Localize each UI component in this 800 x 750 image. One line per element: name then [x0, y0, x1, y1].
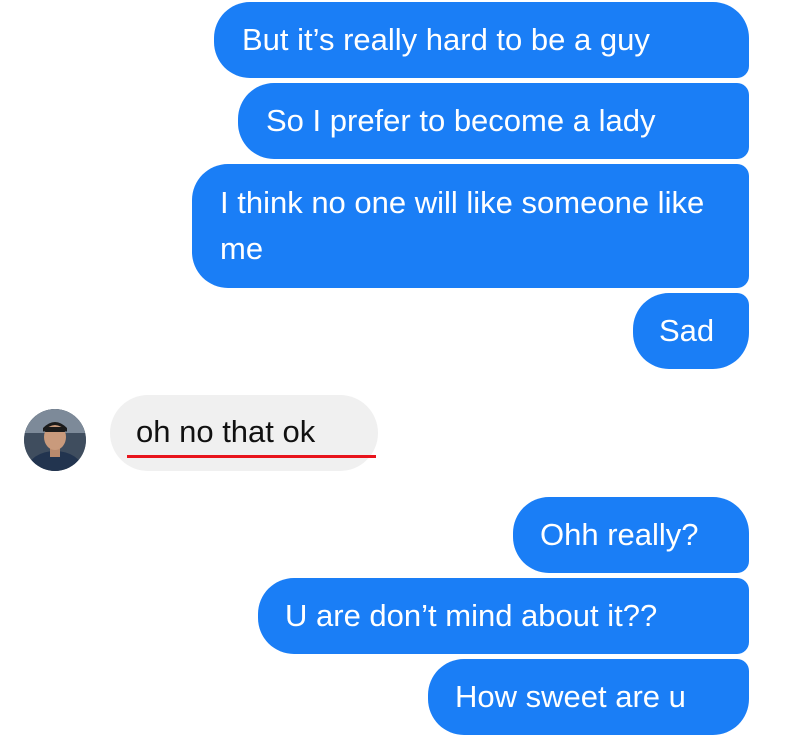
message-text: How sweet are u: [455, 679, 686, 714]
message-text: But it’s really hard to be a guy: [242, 22, 650, 57]
message-text: I think no one will like someone like me: [220, 185, 705, 266]
contact-avatar[interactable]: [24, 409, 86, 471]
sent-message-bubble[interactable]: U are don’t mind about it??: [258, 578, 749, 654]
avatar-photo-icon: [24, 409, 86, 471]
sent-message-bubble[interactable]: I think no one will like someone like me: [192, 164, 749, 288]
sent-message-bubble[interactable]: So I prefer to become a lady: [238, 83, 749, 159]
sent-message-bubble[interactable]: Sad: [633, 293, 749, 369]
sent-message-bubble[interactable]: Ohh really?: [513, 497, 749, 573]
message-text: Sad: [659, 313, 715, 348]
message-text: oh no that ok: [136, 414, 316, 449]
message-text: Ohh really?: [540, 517, 699, 552]
message-text: U are don’t mind about it??: [285, 598, 658, 633]
message-text: So I prefer to become a lady: [266, 103, 656, 138]
red-underline-annotation: [127, 455, 376, 458]
sent-message-bubble[interactable]: How sweet are u: [428, 659, 749, 735]
sent-message-bubble[interactable]: But it’s really hard to be a guy: [214, 2, 749, 78]
received-message-bubble[interactable]: oh no that ok: [110, 395, 378, 471]
